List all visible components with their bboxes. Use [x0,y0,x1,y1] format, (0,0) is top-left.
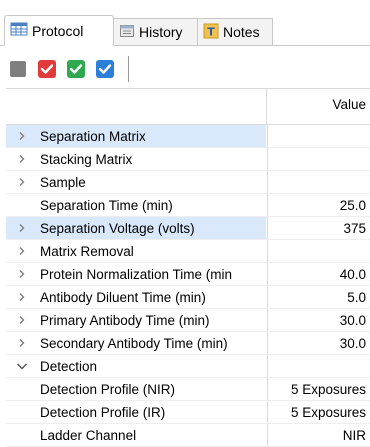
row-name-cell[interactable]: Primary Antibody Time (min) [6,309,266,331]
row-name-cell[interactable]: Stacking Matrix [6,148,266,170]
row-value: 5.0 [347,289,366,305]
tab-protocol[interactable]: Protocol [4,15,114,46]
row-label: Separation Voltage (volts) [40,220,195,236]
row-value-cell[interactable]: 40.0 [267,263,370,285]
tab-history[interactable]: History [114,18,198,45]
row-label: Secondary Antibody Time (min) [40,335,228,351]
red-checkbox-icon[interactable] [35,58,58,81]
toolbar [6,54,129,84]
tab-history-label: History [139,24,183,40]
row-label: Detection Profile (NIR) [40,381,176,397]
row-value-cell[interactable]: 375 [267,217,370,239]
history-window-icon [119,23,135,42]
table-row[interactable]: Separation Time (min) 25.0 [6,194,370,217]
row-label: Protein Normalization Time (min [40,266,233,282]
table-row[interactable]: Antibody Diluent Time (min) 5.0 [6,286,370,309]
row-label: Primary Antibody Time (min) [40,312,210,328]
row-value-cell[interactable]: NIR [267,424,370,446]
notes-text-icon: T [203,23,219,42]
row-name-cell[interactable]: Detection Profile (IR) [6,401,266,423]
protocol-tree-table: Value Separation Matrix Stacking Matrix Sa… [6,88,370,447]
value-column-header[interactable]: Value [332,97,366,112]
tab-notes-label: Notes [223,24,260,40]
chevron-right-icon[interactable] [14,243,30,259]
column-divider[interactable] [266,89,267,124]
chevron-right-icon[interactable] [14,220,30,236]
table-row[interactable]: Matrix Removal [6,240,370,263]
row-value-cell[interactable]: 5 Exposures [267,378,370,400]
row-value: NIR [342,427,366,443]
row-value: 5 Exposures [290,381,366,397]
tab-bar: Protocol History T Notes [0,14,370,46]
row-value-cell[interactable]: 30.0 [267,309,370,331]
row-value-cell[interactable] [267,355,370,377]
row-label: Detection Profile (IR) [40,404,166,420]
row-name-cell[interactable]: Separation Time (min) [6,194,266,216]
row-label: Stacking Matrix [40,151,133,167]
row-label: Detection [40,358,98,374]
row-value-cell[interactable]: 25.0 [267,194,370,216]
row-name-cell[interactable]: Sample [6,171,266,193]
table-row[interactable]: Separation Matrix [6,125,370,148]
table-rows: Separation Matrix Stacking Matrix Sample Se… [6,125,370,447]
row-name-cell[interactable]: Detection Profile (NIR) [6,378,266,400]
chevron-right-icon[interactable] [14,266,30,282]
tab-notes[interactable]: T Notes [198,18,273,45]
row-name-cell[interactable]: Separation Voltage (volts) [6,217,266,239]
green-checkbox-icon[interactable] [64,58,87,81]
row-label: Ladder Channel [40,427,137,443]
row-value-cell[interactable] [267,240,370,262]
row-name-cell[interactable]: Antibody Diluent Time (min) [6,286,266,308]
table-grid-icon [10,21,28,40]
row-label: Separation Time (min) [40,197,173,213]
chevron-right-icon[interactable] [14,312,30,328]
tab-protocol-label: Protocol [32,22,84,39]
blue-checkbox-icon[interactable] [93,58,116,81]
table-row[interactable]: Protein Normalization Time (min 40.0 [6,263,370,286]
chevron-right-icon[interactable] [14,335,30,351]
table-row[interactable]: Primary Antibody Time (min) 30.0 [6,309,370,332]
row-value-cell[interactable]: 5 Exposures [267,401,370,423]
row-label: Antibody Diluent Time (min) [40,289,206,305]
row-value-cell[interactable] [267,125,370,147]
table-row[interactable]: Sample [6,171,370,194]
row-label: Matrix Removal [40,243,134,259]
table-row[interactable]: Detection [6,355,370,378]
table-row[interactable]: Separation Voltage (volts) 375 [6,217,370,240]
svg-text:T: T [207,25,215,38]
row-name-cell[interactable]: Secondary Antibody Time (min) [6,332,266,354]
row-value-cell[interactable] [267,148,370,170]
table-header: Value [6,89,370,125]
table-row[interactable]: Detection Profile (NIR) 5 Exposures [6,378,370,401]
chevron-right-icon[interactable] [14,128,30,144]
row-value-cell[interactable]: 5.0 [267,286,370,308]
chevron-right-icon[interactable] [14,174,30,190]
chevron-right-icon[interactable] [14,289,30,305]
row-value-cell[interactable] [267,171,370,193]
row-name-cell[interactable]: Matrix Removal [6,240,266,262]
table-row[interactable]: Detection Profile (IR) 5 Exposures [6,401,370,424]
table-row[interactable]: Secondary Antibody Time (min) 30.0 [6,332,370,355]
toolbar-separator [128,56,129,82]
row-label: Separation Matrix [40,128,146,144]
table-row[interactable]: Stacking Matrix [6,148,370,171]
chevron-right-icon[interactable] [14,151,30,167]
row-name-cell[interactable]: Separation Matrix [6,125,266,147]
table-row[interactable]: Ladder Channel NIR [6,424,370,447]
row-name-cell[interactable]: Detection [6,355,266,377]
row-value: 25.0 [339,197,366,213]
chevron-down-icon[interactable] [14,358,30,374]
row-value: 40.0 [339,266,366,282]
gray-square-icon[interactable] [6,58,29,81]
row-value: 30.0 [339,335,366,351]
row-value: 5 Exposures [290,404,366,420]
row-value: 375 [343,220,366,236]
row-name-cell[interactable]: Protein Normalization Time (min [6,263,266,285]
row-name-cell[interactable]: Ladder Channel [6,424,266,446]
row-label: Sample [40,174,86,190]
row-value-cell[interactable]: 30.0 [267,332,370,354]
row-value: 30.0 [339,312,366,328]
